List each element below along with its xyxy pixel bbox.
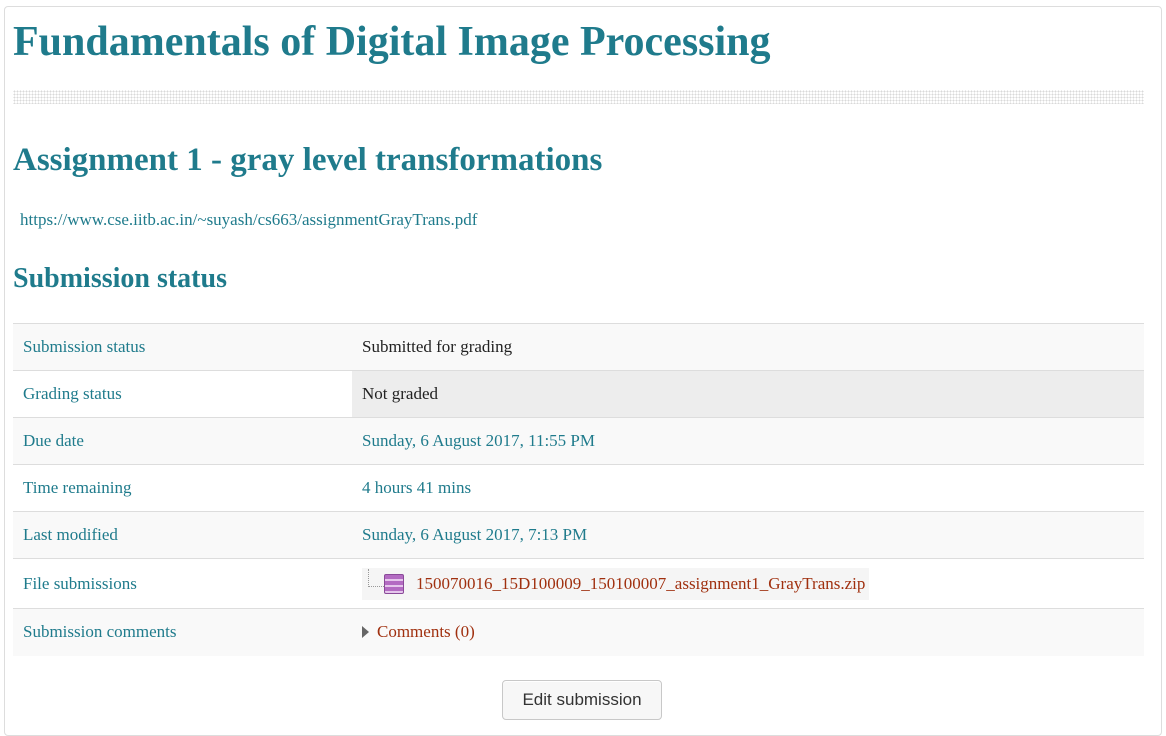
table-row-due-date: Due date Sunday, 6 August 2017, 11:55 PM [13, 417, 1144, 465]
table-row-submission-comments: Submission comments Comments (0) [13, 608, 1144, 656]
submitted-file-link[interactable]: 150070016_15D100009_150100007_assignment… [416, 574, 865, 594]
assignment-title: Assignment 1 - gray level transformation… [13, 142, 603, 178]
row-value: Sunday, 6 August 2017, 11:55 PM [352, 417, 1144, 465]
row-value: Submitted for grading [352, 323, 1144, 371]
table-row-file-submissions: File submissions 150070016_15D100009_150… [13, 558, 1144, 609]
assignment-pdf-link[interactable]: https://www.cse.iitb.ac.in/~suyash/cs663… [20, 209, 477, 231]
row-value: 4 hours 41 mins [352, 464, 1144, 512]
table-row-submission-status: Submission status Submitted for grading [13, 323, 1144, 371]
row-label: Grading status [13, 370, 352, 418]
row-label: File submissions [13, 558, 352, 609]
table-row-time-remaining: Time remaining 4 hours 41 mins [13, 464, 1144, 512]
table-row-last-modified: Last modified Sunday, 6 August 2017, 7:1… [13, 511, 1144, 559]
tree-connector [368, 568, 384, 587]
table-row-grading-status: Grading status Not graded [13, 370, 1144, 418]
submission-status-table: Submission status Submitted for grading … [13, 323, 1144, 656]
submission-status-heading: Submission status [13, 263, 227, 294]
edit-submission-button[interactable]: Edit submission [502, 680, 662, 720]
comments-toggle[interactable]: Comments (0) [362, 622, 475, 642]
row-label: Time remaining [13, 464, 352, 512]
row-label: Last modified [13, 511, 352, 559]
section-divider [13, 90, 1144, 104]
row-value: Sunday, 6 August 2017, 7:13 PM [352, 511, 1144, 559]
row-value: Not graded [352, 370, 1144, 418]
expand-triangle-icon [362, 625, 369, 638]
row-label: Due date [13, 417, 352, 465]
row-value: Comments (0) [352, 608, 1144, 656]
row-label: Submission comments [13, 608, 352, 656]
row-value: 150070016_15D100009_150100007_assignment… [352, 558, 1144, 609]
course-title: Fundamentals of Digital Image Processing [13, 19, 771, 65]
file-tree: 150070016_15D100009_150100007_assignment… [362, 567, 870, 600]
comments-link[interactable]: Comments (0) [377, 622, 475, 642]
row-label: Submission status [13, 323, 352, 371]
zip-archive-icon [384, 573, 404, 594]
